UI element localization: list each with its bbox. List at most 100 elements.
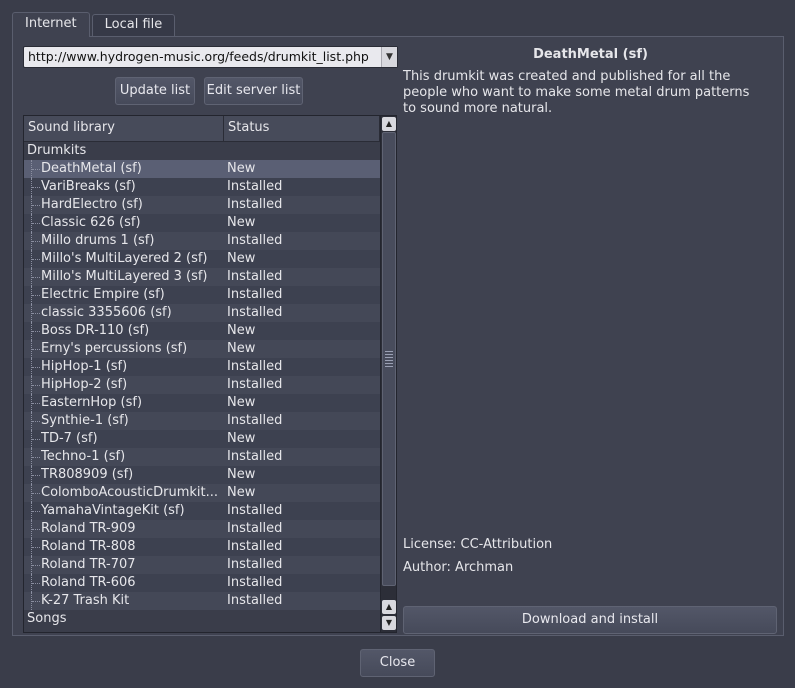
- tree-group-songs[interactable]: Songs: [24, 610, 380, 628]
- grip-icon: [385, 351, 393, 369]
- drumkit-name: HipHop-1 (sf): [41, 359, 128, 374]
- drumkit-list: DeathMetal (sf) New VariBreaks (sf) Install…: [24, 160, 380, 610]
- column-header-status[interactable]: Status: [224, 116, 380, 142]
- drumkit-license: License: CC-Attribution: [403, 537, 553, 552]
- drumkit-name: Millo's MultiLayered 2 (sf): [41, 251, 208, 266]
- drumkit-name: EasternHop (sf): [41, 395, 143, 410]
- list-item[interactable]: DeathMetal (sf) New: [24, 160, 380, 178]
- drumkit-title: DeathMetal (sf): [533, 47, 648, 62]
- list-item[interactable]: HipHop-1 (sf) Installed: [24, 358, 380, 376]
- drumkit-status: Installed: [227, 287, 283, 302]
- tree-guide-line: [31, 178, 41, 196]
- tree-rows: Drumkits DeathMetal (sf) New VariBreaks (s…: [24, 142, 380, 628]
- tree-guide-line: [31, 538, 41, 556]
- list-item[interactable]: YamahaVintageKit (sf) Installed: [24, 502, 380, 520]
- list-item[interactable]: EasternHop (sf) New: [24, 394, 380, 412]
- drumkit-status: Installed: [227, 521, 283, 536]
- tree-guide-line: [31, 394, 41, 412]
- server-url-value: http://www.hydrogen-music.org/feeds/drum…: [28, 49, 369, 64]
- tree-guide-line: [31, 448, 41, 466]
- tree-guide-line: [31, 196, 41, 214]
- chevron-down-icon[interactable]: ▼: [381, 47, 397, 67]
- list-item[interactable]: classic 3355606 (sf) Installed: [24, 304, 380, 322]
- arrow-up-icon[interactable]: ▲: [382, 117, 396, 131]
- drumkit-name: Millo drums 1 (sf): [41, 233, 155, 248]
- list-item[interactable]: Roland TR-707 Installed: [24, 556, 380, 574]
- drumkit-name: Roland TR-606: [41, 575, 136, 590]
- drumkit-name: VariBreaks (sf): [41, 179, 136, 194]
- tree-guide-line: [31, 214, 41, 232]
- list-item[interactable]: Roland TR-808 Installed: [24, 538, 380, 556]
- list-item[interactable]: TD-7 (sf) New: [24, 430, 380, 448]
- tree-guide-line: [31, 358, 41, 376]
- tree-guide-line: [31, 466, 41, 484]
- drumkit-status: New: [227, 161, 256, 176]
- list-item[interactable]: TR808909 (sf) New: [24, 466, 380, 484]
- download-install-button[interactable]: Download and install: [403, 606, 777, 634]
- list-item[interactable]: Millo drums 1 (sf) Installed: [24, 232, 380, 250]
- drumkit-status: Installed: [227, 179, 283, 194]
- tab-internet[interactable]: Internet: [12, 12, 90, 37]
- tree-guide-line: [31, 322, 41, 340]
- tree-header: Sound library Status: [24, 116, 380, 142]
- drumkit-status: New: [227, 341, 256, 356]
- drumkit-name: Roland TR-909: [41, 521, 136, 536]
- drumkit-name: Electric Empire (sf): [41, 287, 165, 302]
- list-item[interactable]: VariBreaks (sf) Installed: [24, 178, 380, 196]
- column-header-sound-library[interactable]: Sound library: [24, 116, 224, 142]
- drumkit-status: Installed: [227, 377, 283, 392]
- tree-guide-line: [31, 376, 41, 394]
- tree-guide-line: [31, 502, 41, 520]
- list-item[interactable]: Boss DR-110 (sf) New: [24, 322, 380, 340]
- tree-guide-line: [31, 286, 41, 304]
- server-url-combo[interactable]: http://www.hydrogen-music.org/feeds/drum…: [23, 46, 398, 68]
- list-item[interactable]: Millo's MultiLayered 2 (sf) New: [24, 250, 380, 268]
- drumkit-status: New: [227, 485, 256, 500]
- drumkit-status: Installed: [227, 305, 283, 320]
- list-item[interactable]: ColomboAcousticDrumkit... New: [24, 484, 380, 502]
- drumkit-description: This drumkit was created and published f…: [403, 69, 750, 116]
- drumkit-status: Installed: [227, 575, 283, 590]
- list-item[interactable]: Erny's percussions (sf) New: [24, 340, 380, 358]
- edit-server-list-button[interactable]: Edit server list: [204, 77, 303, 105]
- drumkit-status: Installed: [227, 593, 283, 608]
- scrollbar-thumb[interactable]: [382, 132, 396, 586]
- list-item[interactable]: Synthie-1 (sf) Installed: [24, 412, 380, 430]
- drumkit-name: Boss DR-110 (sf): [41, 323, 150, 338]
- list-item[interactable]: HipHop-2 (sf) Installed: [24, 376, 380, 394]
- list-item[interactable]: Roland TR-909 Installed: [24, 520, 380, 538]
- list-item[interactable]: Classic 626 (sf) New: [24, 214, 380, 232]
- drumkit-name: TD-7 (sf): [41, 431, 98, 446]
- tree-scrollbar[interactable]: ▲ ▲ ▼: [380, 116, 396, 632]
- update-list-button[interactable]: Update list: [115, 77, 195, 105]
- list-item[interactable]: K-27 Trash Kit Installed: [24, 592, 380, 610]
- tab-local-file[interactable]: Local file: [91, 14, 176, 36]
- list-item[interactable]: Electric Empire (sf) Installed: [24, 286, 380, 304]
- arrow-down-icon[interactable]: ▼: [382, 616, 396, 630]
- list-item[interactable]: Roland TR-606 Installed: [24, 574, 380, 592]
- drumkit-name: classic 3355606 (sf): [41, 305, 172, 320]
- drumkit-status: New: [227, 251, 256, 266]
- tree-guide-line: [31, 232, 41, 250]
- list-item[interactable]: Techno-1 (sf) Installed: [24, 448, 380, 466]
- tree-group-drumkits[interactable]: Drumkits: [24, 142, 380, 160]
- arrow-up-icon[interactable]: ▲: [382, 600, 396, 614]
- list-item[interactable]: Millo's MultiLayered 3 (sf) Installed: [24, 268, 380, 286]
- drumkit-name: Roland TR-707: [41, 557, 136, 572]
- drumkit-status: Installed: [227, 359, 283, 374]
- drumkit-name: Classic 626 (sf): [41, 215, 141, 230]
- drumkit-name: HardElectro (sf): [41, 197, 143, 212]
- tree-guide-line: [31, 250, 41, 268]
- drumkit-status: Installed: [227, 269, 283, 284]
- list-item[interactable]: HardElectro (sf) Installed: [24, 196, 380, 214]
- drumkit-author: Author: Archman: [403, 560, 514, 575]
- tab-bar: Internet Local file: [12, 12, 177, 37]
- tree-guide-line: [31, 574, 41, 592]
- drumkit-status: New: [227, 323, 256, 338]
- drumkit-status: Installed: [227, 503, 283, 518]
- drumkit-status: Installed: [227, 449, 283, 464]
- tree-guide-line: [31, 412, 41, 430]
- close-button[interactable]: Close: [360, 649, 435, 677]
- tree-guide-line: [31, 556, 41, 574]
- sound-library-tree[interactable]: Sound library Status Drumkits DeathMetal…: [23, 115, 397, 633]
